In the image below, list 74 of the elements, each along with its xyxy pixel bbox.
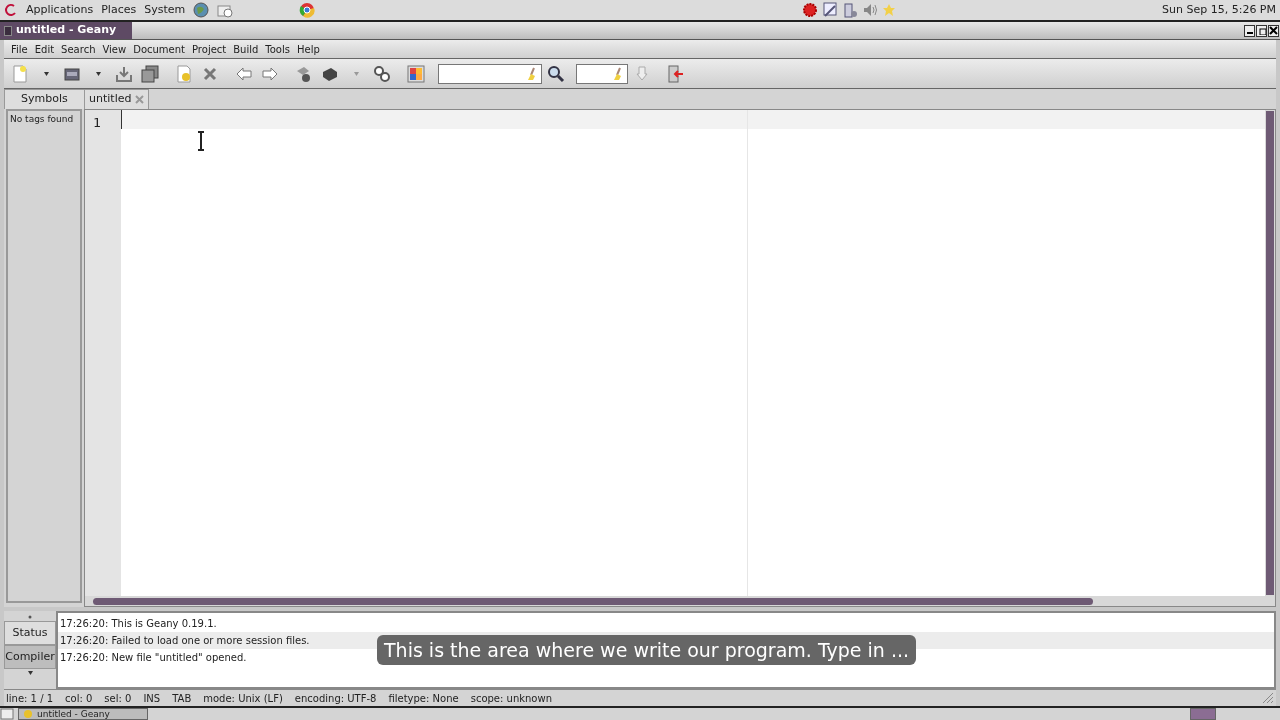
close-file-icon [203, 66, 217, 81]
swirl-logo-icon [4, 3, 18, 17]
log-line[interactable]: 17:26:20: This is Geany 0.19.1. [60, 616, 217, 631]
vertical-scrollbar[interactable] [1265, 110, 1275, 596]
message-tab[interactable]: Status [4, 621, 56, 645]
clear-broom-icon [613, 66, 623, 81]
log-line[interactable]: 17:26:20: Failed to load one or more session files. [60, 633, 310, 648]
search-field[interactable] [438, 63, 542, 84]
new-file-icon [12, 64, 28, 83]
tab-label: untitled [89, 91, 132, 108]
menu-item[interactable]: File [8, 41, 31, 57]
sidebar-tab[interactable]: Symbols [4, 89, 85, 109]
horizontal-scrollbar[interactable] [85, 596, 1275, 606]
menu-item[interactable]: Help [294, 41, 323, 57]
line-number: 1 [93, 114, 102, 132]
window-title: untitled - Geany [0, 22, 133, 39]
status-item: scope: unknown [470, 691, 552, 706]
restore-button[interactable] [1256, 24, 1267, 37]
revert-icon [176, 64, 192, 83]
search-icon [547, 64, 565, 83]
desktop-icon [0, 708, 14, 720]
menu-item[interactable]: Tools [262, 41, 293, 57]
open-file-icon [63, 65, 81, 82]
dropdown-arrow-icon [95, 71, 101, 76]
star-icon [882, 3, 897, 17]
message-tab[interactable]: Compiler [4, 645, 56, 669]
scroll-up-icon [28, 615, 32, 619]
forward-icon [262, 66, 278, 81]
minimize-button[interactable] [1244, 24, 1255, 37]
status-item: INS [143, 691, 161, 706]
menu-item[interactable]: Search [58, 41, 99, 57]
status-item: TAB [172, 691, 192, 706]
dropdown-arrow-icon [43, 71, 49, 76]
jump-icon [635, 65, 649, 82]
close-icon [135, 95, 145, 104]
save-icon [115, 65, 133, 82]
clear-broom-icon [527, 66, 537, 81]
empty-tags-message: No tags found [10, 113, 74, 126]
minimize-icon [1246, 32, 1253, 34]
status-item: filetype: None [388, 691, 459, 706]
status-item: encoding: UTF-8 [294, 691, 377, 706]
close-button[interactable] [1268, 24, 1279, 37]
taskbar-label: untitled - Geany [37, 709, 110, 719]
globe-icon [193, 2, 210, 18]
menu-item[interactable]: Build [230, 41, 262, 57]
close-icon [1269, 26, 1278, 35]
save-all-icon [141, 64, 159, 83]
editor-tab[interactable]: untitled [84, 89, 150, 109]
scroll-down-icon [27, 671, 33, 675]
speaker-icon [862, 2, 879, 18]
workspace-switcher[interactable] [1190, 708, 1216, 720]
status-item: mode: Unix (LF) [203, 691, 283, 706]
panel-menu[interactable]: System [144, 1, 186, 19]
back-icon [236, 66, 252, 81]
panel-menu[interactable]: Applications [26, 1, 94, 19]
status-item: col: 0 [65, 691, 93, 706]
panel-menu[interactable]: Places [101, 1, 137, 19]
subtitle-toast: This is the area where we write our program. Type in ... [377, 635, 917, 665]
menu-item[interactable]: Edit [31, 41, 58, 57]
status-item: line: 1 / 1 [6, 691, 54, 706]
text-cursor-icon [197, 131, 205, 151]
menu-item[interactable]: Document [130, 41, 188, 57]
status-item: sel: 0 [104, 691, 132, 706]
clock[interactable]: Sun Sep 15, 5:26 PM [1162, 1, 1276, 19]
log-line[interactable]: 17:26:20: New file "untitled" opened. [60, 650, 247, 665]
browser-icon [299, 2, 316, 18]
restore-icon [1257, 26, 1266, 35]
menu-item[interactable]: View [99, 41, 130, 57]
menu-item[interactable]: Project [189, 41, 230, 57]
goto-line-field[interactable] [576, 63, 628, 84]
dropdown-arrow-icon [353, 71, 359, 76]
color-chooser-icon [407, 64, 425, 83]
quit-icon [667, 64, 685, 83]
taskbar-window-button[interactable]: untitled - Geany [18, 708, 148, 720]
